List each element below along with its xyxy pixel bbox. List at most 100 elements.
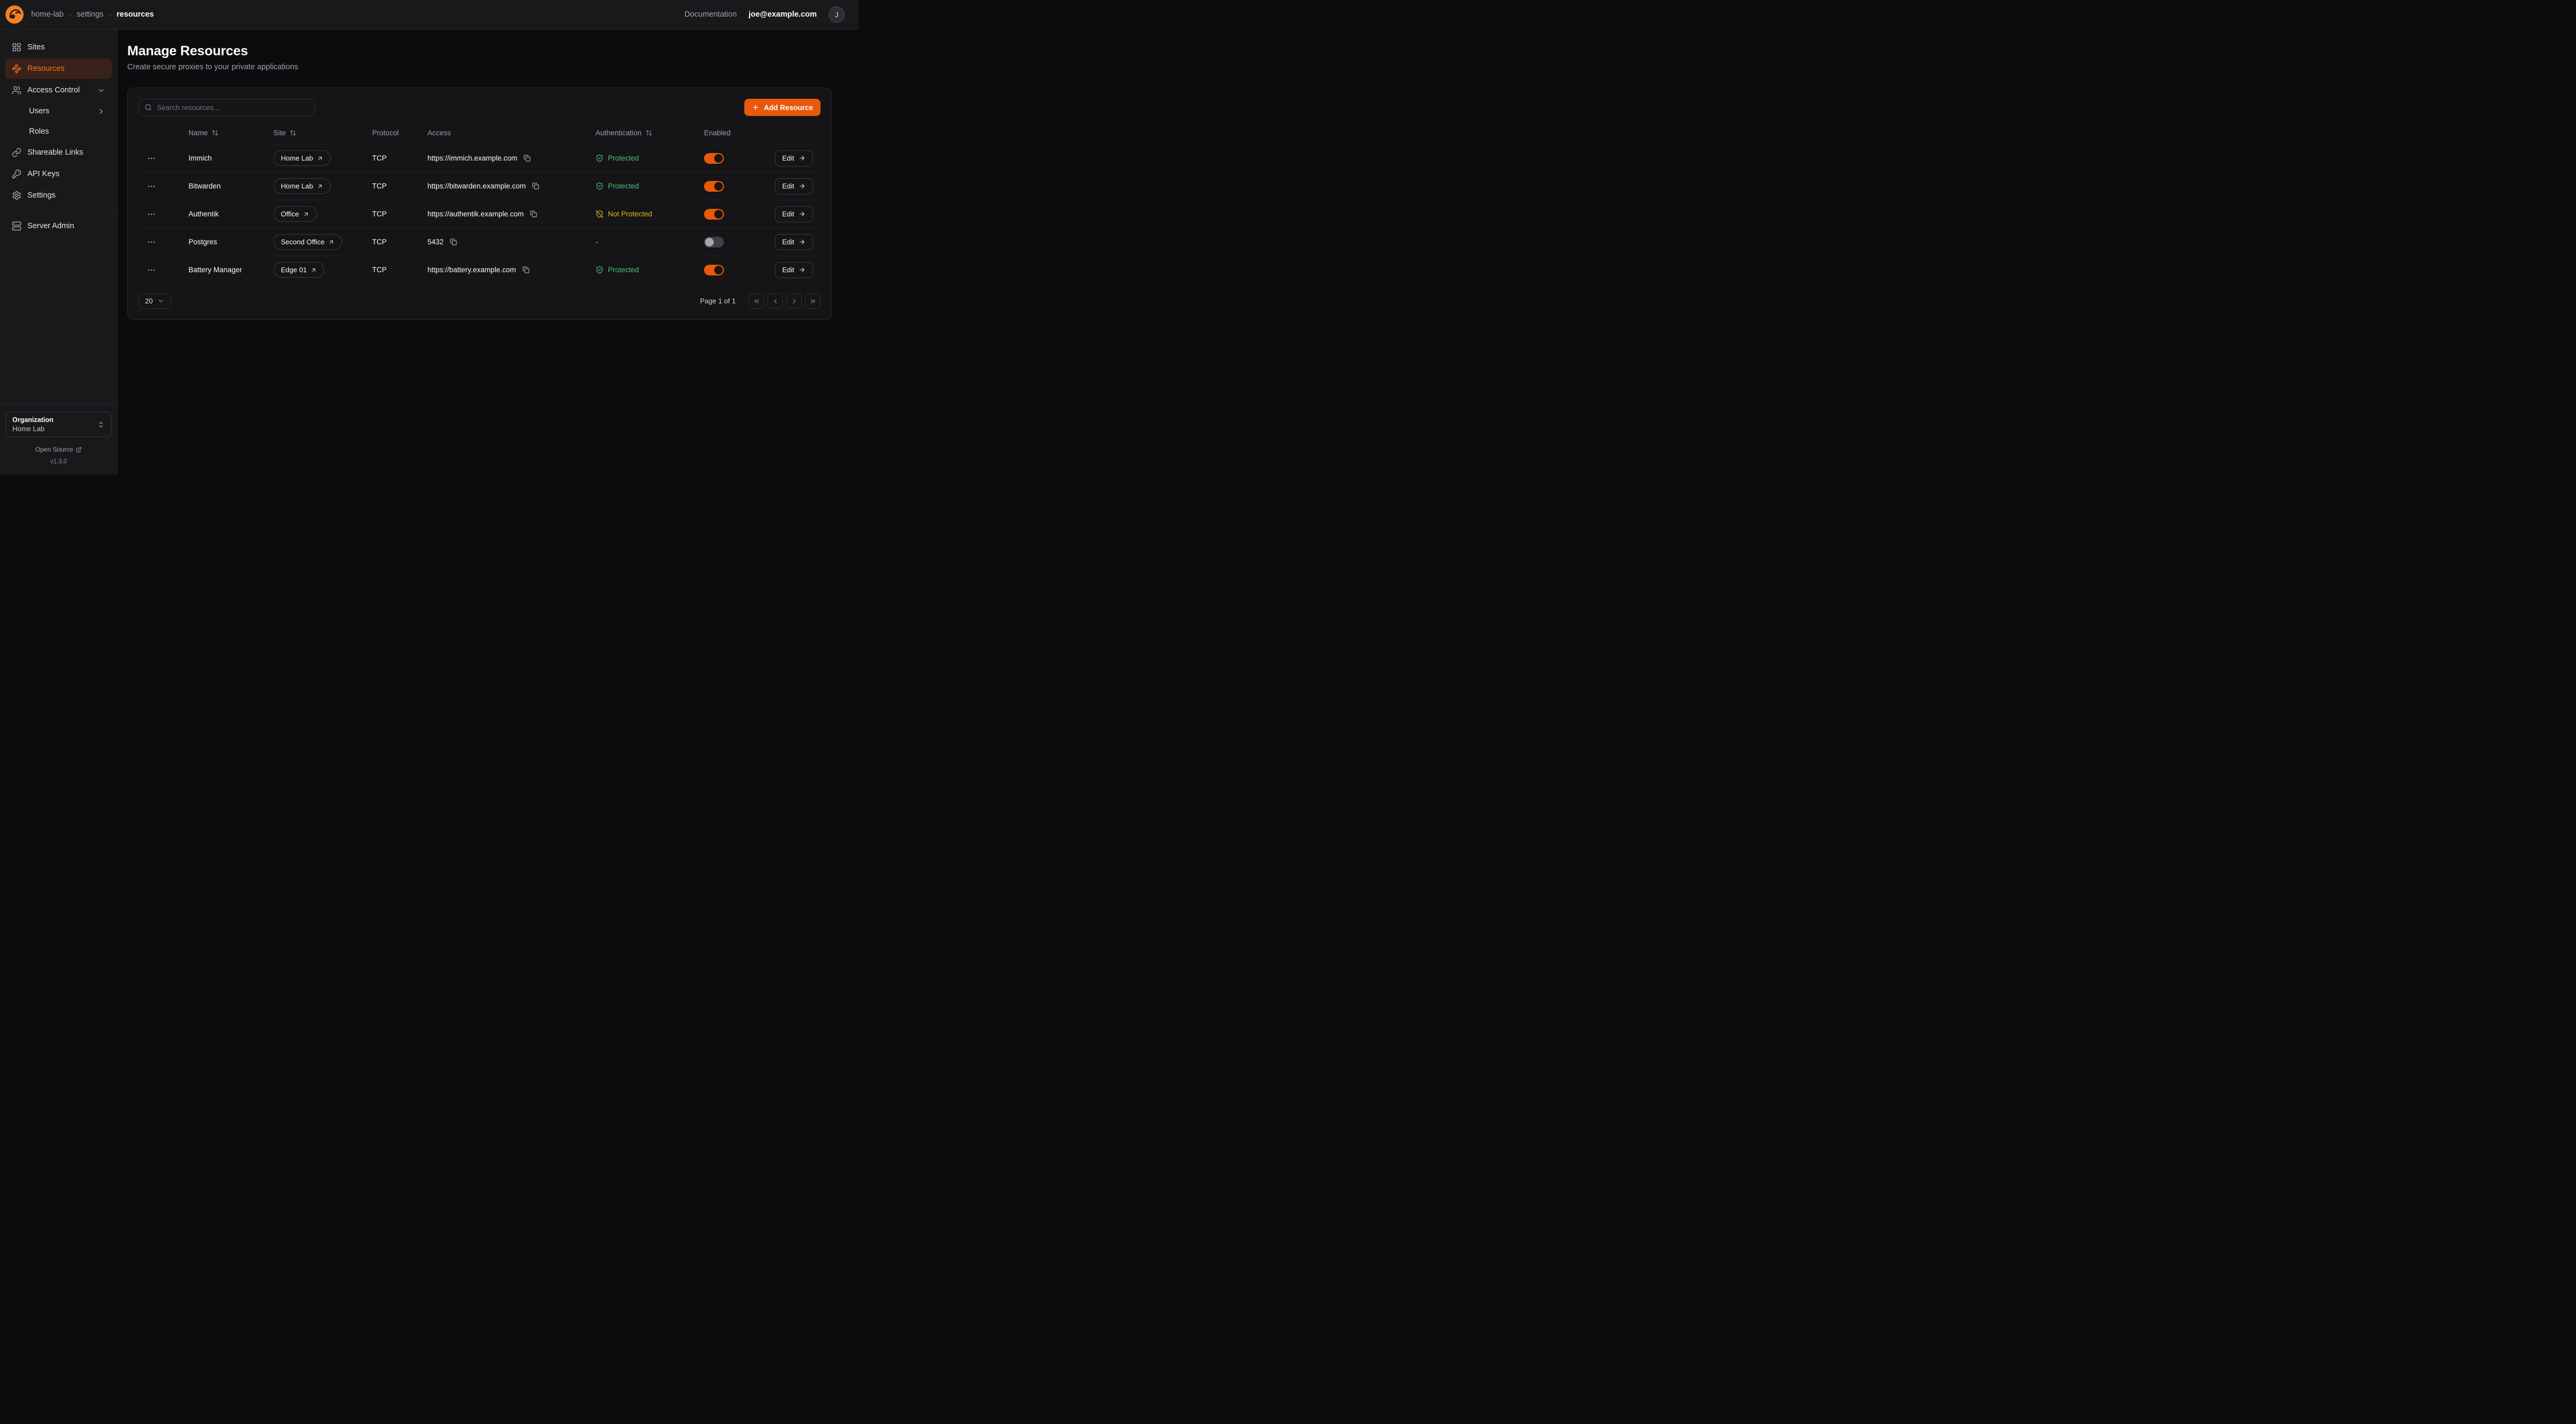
site-link[interactable]: Home Lab	[273, 150, 331, 166]
sidebar-item-settings[interactable]: Settings	[5, 185, 112, 206]
breadcrumb-org[interactable]: home-lab	[31, 10, 63, 19]
search-icon	[144, 104, 152, 111]
sidebar-item-label: Server Admin	[27, 222, 74, 230]
edit-button[interactable]: Edit	[775, 262, 813, 278]
site-link[interactable]: Edge 01	[273, 262, 324, 278]
edit-button[interactable]: Edit	[775, 178, 813, 194]
link-icon	[12, 148, 21, 157]
users-icon	[12, 85, 21, 95]
breadcrumb-settings[interactable]: settings	[77, 10, 104, 19]
column-header-site[interactable]: Site	[273, 129, 372, 137]
row-menu-button[interactable]	[144, 152, 159, 165]
last-page-button[interactable]	[805, 293, 821, 309]
sidebar-item-access-control[interactable]: Access Control	[5, 80, 112, 100]
access-url: https://authentik.example.com	[427, 210, 524, 218]
documentation-link[interactable]: Documentation	[685, 10, 737, 19]
shield-check-icon	[596, 154, 604, 162]
pangolin-logo-icon[interactable]	[5, 5, 24, 24]
sort-icon	[645, 129, 652, 136]
sidebar-item-api-keys[interactable]: API Keys	[5, 164, 112, 184]
table-row: Immich Home Lab TCP https://immich.examp…	[139, 144, 821, 172]
column-header-authentication[interactable]: Authentication	[596, 129, 704, 137]
copy-icon[interactable]	[523, 154, 532, 163]
sidebar-item-shareable-links[interactable]: Shareable Links	[5, 142, 112, 163]
edit-button[interactable]: Edit	[775, 206, 813, 222]
gear-icon	[12, 191, 21, 200]
search-input[interactable]	[139, 99, 315, 116]
page-subtitle: Create secure proxies to your private ap…	[127, 63, 832, 71]
auth-label: Protected	[608, 266, 639, 274]
copy-icon[interactable]	[521, 265, 531, 274]
shield-off-icon	[596, 210, 604, 218]
auth-label: Not Protected	[608, 210, 652, 218]
row-menu-button[interactable]	[144, 208, 159, 221]
auth-label: Protected	[608, 154, 639, 162]
sidebar-item-users[interactable]: Users	[5, 101, 112, 121]
site-name: Edge 01	[281, 266, 307, 274]
add-resource-button[interactable]: Add Resource	[744, 99, 821, 116]
organization-selector-title: Organization	[12, 416, 53, 424]
sidebar-item-roles[interactable]: Roles	[5, 122, 112, 141]
enabled-toggle[interactable]	[704, 237, 724, 248]
organization-selector[interactable]: Organization Home Lab	[5, 412, 112, 437]
auth-status: Protected	[596, 154, 639, 162]
sidebar-item-resources[interactable]: Resources	[5, 59, 112, 79]
auth-label: -	[596, 238, 598, 246]
resource-name: Immich	[188, 154, 273, 162]
edit-button[interactable]: Edit	[775, 234, 813, 250]
edit-label: Edit	[782, 238, 794, 246]
main-content: Manage Resources Create secure proxies t…	[118, 30, 859, 475]
site-name: Home Lab	[281, 154, 313, 162]
avatar[interactable]: J	[829, 6, 845, 23]
access-url: 5432	[427, 238, 444, 246]
user-email[interactable]: joe@example.com	[749, 10, 817, 19]
sidebar-item-sites[interactable]: Sites	[5, 37, 112, 57]
grid-icon	[12, 42, 21, 52]
app-root: home-lab › settings › resources Document…	[0, 0, 859, 475]
column-header-name[interactable]: Name	[188, 129, 273, 137]
first-page-button[interactable]	[749, 293, 764, 309]
previous-page-button[interactable]	[767, 293, 783, 309]
column-header-access: Access	[427, 129, 596, 137]
site-link[interactable]: Office	[273, 206, 317, 222]
enabled-toggle[interactable]	[704, 265, 724, 275]
enabled-toggle[interactable]	[704, 181, 724, 192]
sidebar-item-server-admin[interactable]: Server Admin	[5, 216, 112, 236]
copy-icon[interactable]	[531, 181, 540, 191]
resource-name: Postgres	[188, 238, 273, 246]
enabled-toggle[interactable]	[704, 209, 724, 220]
arrow-right-icon	[799, 183, 806, 190]
sidebar-item-label: Access Control	[27, 86, 80, 95]
copy-icon[interactable]	[449, 237, 458, 246]
row-menu-button[interactable]	[144, 236, 159, 249]
waypoints-icon	[12, 64, 21, 74]
protocol: TCP	[372, 266, 427, 274]
sidebar-item-label: Resources	[27, 64, 64, 73]
add-resource-label: Add Resource	[764, 104, 813, 112]
table-row: Battery Manager Edge 01 TCP https://batt…	[139, 256, 821, 284]
page-indicator: Page 1 of 1	[700, 297, 736, 305]
next-page-button[interactable]	[786, 293, 802, 309]
breadcrumb-separator: ›	[109, 11, 111, 19]
table-row: Bitwarden Home Lab TCP https://bitwarden…	[139, 172, 821, 200]
column-header-enabled: Enabled	[704, 129, 763, 137]
arrow-right-icon	[799, 238, 806, 245]
open-source-link[interactable]: Open Source	[5, 446, 112, 453]
site-link[interactable]: Home Lab	[273, 178, 331, 194]
arrow-up-right-icon	[317, 155, 323, 162]
page-size-value: 20	[145, 297, 153, 305]
row-menu-button[interactable]	[144, 180, 159, 193]
arrow-up-right-icon	[317, 183, 323, 190]
edit-button[interactable]: Edit	[775, 150, 813, 166]
sidebar-item-label: API Keys	[27, 170, 60, 178]
copy-icon[interactable]	[529, 209, 538, 219]
site-link[interactable]: Second Office	[273, 234, 342, 250]
page-size-select[interactable]: 20	[139, 293, 171, 309]
row-menu-button[interactable]	[144, 264, 159, 277]
edit-label: Edit	[782, 210, 794, 218]
table-row: Postgres Second Office TCP 5432 - Edit	[139, 228, 821, 256]
site-name: Home Lab	[281, 182, 313, 190]
enabled-toggle[interactable]	[704, 153, 724, 164]
resource-name: Bitwarden	[188, 182, 273, 190]
chevron-down-icon	[157, 297, 164, 304]
